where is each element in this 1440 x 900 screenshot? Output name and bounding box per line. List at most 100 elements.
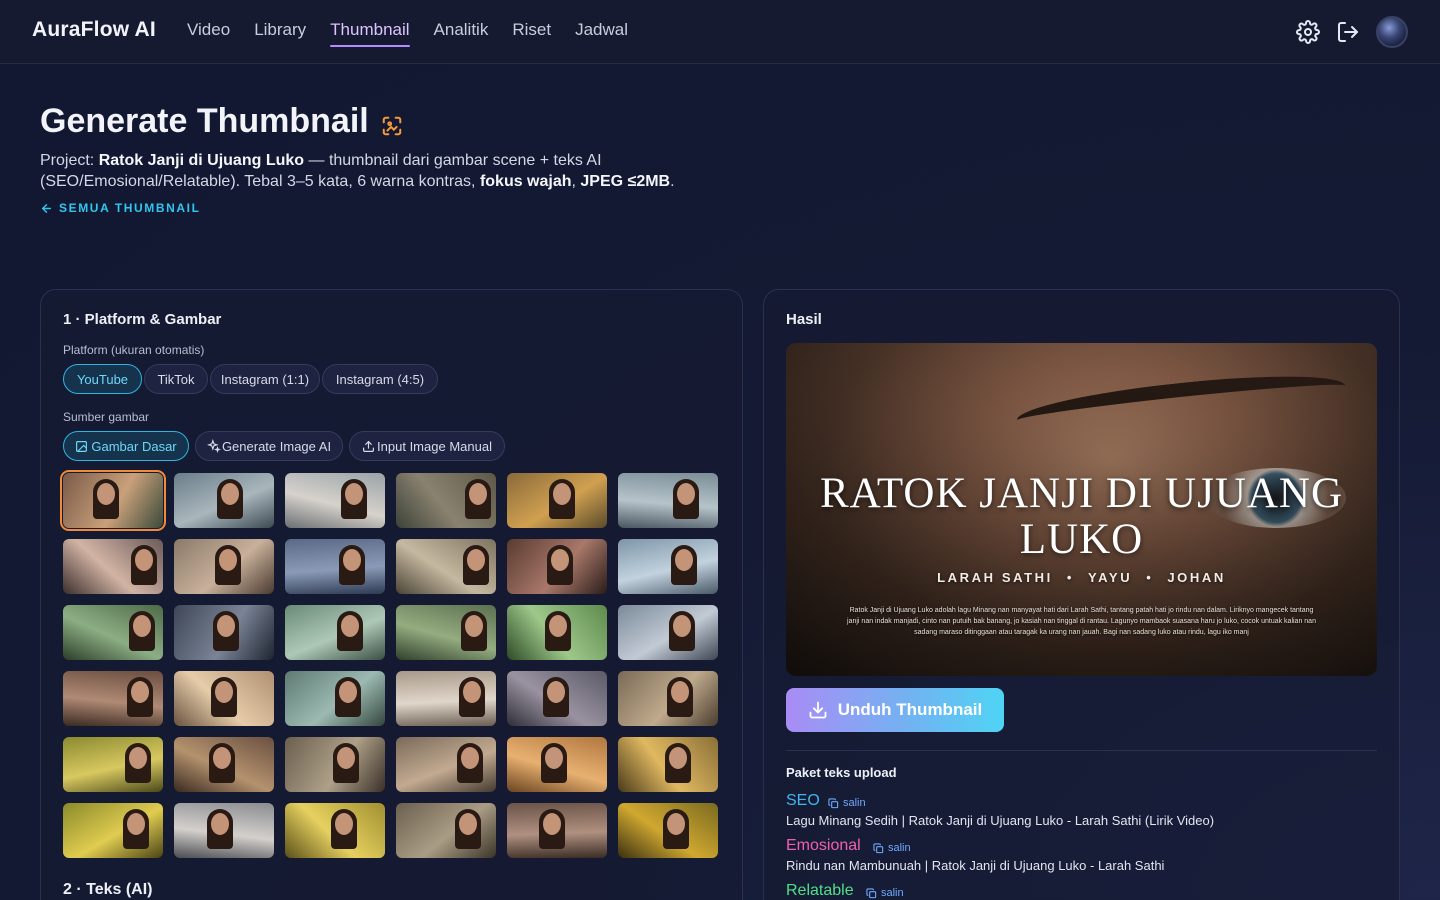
sparkle-icon [206, 439, 221, 453]
scene-figure-face [459, 813, 477, 835]
scene-figure-face [341, 615, 359, 637]
scene-figure-face [669, 747, 687, 769]
copy-label: salin [888, 842, 911, 854]
scene-thumbnail[interactable] [396, 473, 496, 528]
seo-copy-button[interactable]: salin [828, 797, 866, 809]
download-thumbnail-button[interactable]: Unduh Thumbnail [786, 688, 1004, 732]
gear-icon[interactable] [1296, 20, 1320, 44]
scene-thumbnail[interactable] [174, 671, 274, 726]
platform-label: Platform (ukuran otomatis) [63, 343, 205, 357]
scene-figure-face [547, 681, 565, 703]
upload-icon [363, 440, 375, 452]
relatable-copy-button[interactable]: salin [866, 887, 904, 899]
source-gambar-dasar[interactable]: Gambar Dasar [63, 431, 189, 461]
relatable-label: Relatable [786, 882, 854, 899]
preview-name-1: LARAH SATHI [937, 570, 1053, 585]
preview-name-3: JOHAN [1167, 570, 1226, 585]
scene-thumbnail[interactable] [396, 671, 496, 726]
platform-youtube[interactable]: YouTube [63, 364, 142, 394]
source-input-manual-label: Input Image Manual [377, 438, 492, 454]
emosional-text: Rindu nan Mambunuah | Ratok Janji di Uju… [786, 858, 1165, 873]
scene-thumbnail[interactable] [285, 473, 385, 528]
scene-figure-face [339, 681, 357, 703]
scene-figure-face [551, 549, 569, 571]
download-icon [809, 701, 827, 719]
scene-thumbnail[interactable] [618, 473, 718, 528]
nav-link-video[interactable]: Video [187, 19, 230, 41]
scene-thumbnail[interactable] [396, 539, 496, 594]
scene-thumbnail[interactable] [285, 539, 385, 594]
scene-thumbnail[interactable] [174, 605, 274, 660]
project-name: Ratok Janji di Ujuang Luko [98, 152, 305, 169]
scene-figure-face [465, 615, 483, 637]
back-link[interactable]: SEMUA THUMBNAIL [40, 201, 201, 215]
source-gambar-dasar-label: Gambar Dasar [91, 438, 177, 454]
scene-thumbnail[interactable] [285, 605, 385, 660]
scene-thumbnail[interactable] [507, 671, 607, 726]
scene-figure-face [461, 747, 479, 769]
source-input-manual[interactable]: Input Image Manual [349, 431, 505, 461]
scene-figure-face [133, 615, 151, 637]
scene-figure-face [671, 681, 689, 703]
nav-link-library[interactable]: Library [254, 19, 306, 41]
thumbnail-icon [382, 116, 402, 136]
scene-thumbnail[interactable] [507, 803, 607, 858]
desc-end: . [670, 173, 675, 190]
nav-link-riset[interactable]: Riset [512, 19, 551, 41]
scene-thumbnail[interactable] [285, 671, 385, 726]
scene-thumbnail[interactable] [174, 803, 274, 858]
scene-thumbnail[interactable] [63, 671, 163, 726]
scene-figure-face [543, 813, 561, 835]
scene-thumbnail[interactable] [63, 539, 163, 594]
thumbnail-preview: RATOK JANJI DI UJUANG LUKO LARAH SATHI • Y… [786, 343, 1377, 676]
brand-logo[interactable]: AuraFlow AI [32, 18, 156, 42]
platform-tiktok[interactable]: TikTok [144, 364, 208, 394]
source-generate-ai[interactable]: Generate Image AI [195, 431, 343, 461]
scene-thumbnail[interactable] [396, 605, 496, 660]
scene-thumbnail[interactable] [507, 473, 607, 528]
scene-thumbnail[interactable] [60, 470, 166, 531]
scene-thumbnail[interactable] [174, 737, 274, 792]
scene-thumbnail[interactable] [174, 539, 274, 594]
scene-figure-face [343, 549, 361, 571]
logout-icon[interactable] [1336, 20, 1360, 44]
platform-instagram-4-5[interactable]: Instagram (4:5) [322, 364, 438, 394]
scene-thumbnail[interactable] [63, 803, 163, 858]
scene-figure-face [467, 549, 485, 571]
emosional-copy-button[interactable]: salin [873, 842, 911, 854]
scene-figure-face [463, 681, 481, 703]
nav-link-jadwal[interactable]: Jadwal [575, 19, 628, 41]
seo-text: Lagu Minang Sedih | Ratok Janji di Ujuan… [786, 813, 1215, 828]
scene-thumbnail[interactable] [618, 803, 718, 858]
page-title: Generate Thumbnail [40, 102, 369, 140]
scene-figure-face [545, 747, 563, 769]
page-description: Project: Ratok Janji di Ujuang Luko — th… [40, 150, 740, 192]
scene-thumbnail[interactable] [285, 737, 385, 792]
scene-thumbnail[interactable] [507, 605, 607, 660]
section1-title: 1 · Platform & Gambar [63, 311, 222, 328]
scene-thumbnail[interactable] [63, 605, 163, 660]
scene-thumbnail[interactable] [285, 803, 385, 858]
scene-thumbnail[interactable] [174, 473, 274, 528]
scene-thumbnail[interactable] [618, 671, 718, 726]
scene-thumbnail[interactable] [507, 539, 607, 594]
source-label: Sumber gambar [63, 410, 150, 424]
scene-thumbnail[interactable] [618, 737, 718, 792]
platform-instagram-1-1[interactable]: Instagram (1:1) [210, 364, 320, 394]
desc-jpeg: JPEG ≤2MB [580, 173, 671, 190]
scene-thumbnail[interactable] [618, 539, 718, 594]
scene-figure-face [215, 681, 233, 703]
arrow-left-icon [42, 203, 51, 213]
scene-thumbnail[interactable] [507, 737, 607, 792]
scene-figure-face [213, 747, 231, 769]
scene-figure-face [127, 813, 145, 835]
scene-thumbnail[interactable] [63, 737, 163, 792]
nav-link-thumbnail[interactable]: Thumbnail [330, 19, 410, 47]
nav-link-analitik[interactable]: Analitik [434, 19, 489, 41]
scene-thumbnail[interactable] [396, 737, 496, 792]
avatar[interactable] [1376, 16, 1408, 48]
scene-thumbnail[interactable] [618, 605, 718, 660]
result-title: Hasil [786, 311, 822, 328]
copy-icon [828, 797, 839, 808]
scene-thumbnail[interactable] [396, 803, 496, 858]
